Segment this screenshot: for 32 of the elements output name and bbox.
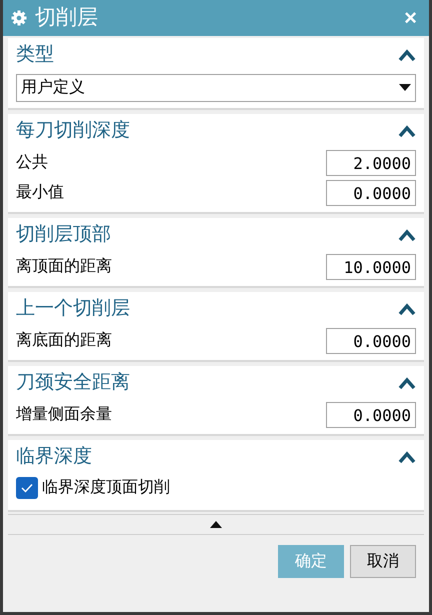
number-field[interactable]: 0.0000 <box>326 180 416 206</box>
collapse-caret-icon[interactable] <box>398 124 416 138</box>
cancel-button[interactable]: 取消 <box>350 545 416 578</box>
section-title: 切削层顶部 <box>16 222 111 247</box>
collapse-caret-icon[interactable] <box>398 450 416 464</box>
collapse-caret-icon[interactable] <box>398 376 416 390</box>
section-title: 临界深度 <box>16 444 92 469</box>
section-title: 每刀切削深度 <box>16 118 130 143</box>
dropdown-value: 用户定义 <box>21 78 85 98</box>
collapse-caret-icon[interactable] <box>398 228 416 242</box>
checkbox[interactable] <box>16 477 38 499</box>
field-label: 最小值 <box>16 182 64 203</box>
check-icon <box>21 483 33 493</box>
collapse-caret-icon[interactable] <box>398 48 416 62</box>
field-label: 离底面的距离 <box>16 330 112 351</box>
field-label: 离顶面的距离 <box>16 256 112 277</box>
collapse-caret-icon[interactable] <box>398 302 416 316</box>
number-field[interactable]: 0.0000 <box>326 328 416 354</box>
window-title: 切削层 <box>35 5 99 32</box>
field-label: 公共 <box>16 152 48 173</box>
section-title: 刀颈安全距离 <box>16 370 130 395</box>
number-field[interactable]: 0.0000 <box>326 402 416 428</box>
section-title: 上一个切削层 <box>16 296 130 321</box>
expand-up-icon[interactable] <box>210 521 222 528</box>
settings-icon <box>11 10 27 26</box>
section-title: 类型 <box>16 42 54 67</box>
dropdown-caret-icon[interactable] <box>399 84 411 92</box>
checkbox-label: 临界深度顶面切削 <box>42 478 170 498</box>
type-dropdown[interactable]: 用户定义 <box>16 74 416 102</box>
number-field[interactable]: 2.0000 <box>326 150 416 176</box>
number-field[interactable]: 10.0000 <box>326 254 416 280</box>
field-label: 增量侧面余量 <box>16 405 112 425</box>
